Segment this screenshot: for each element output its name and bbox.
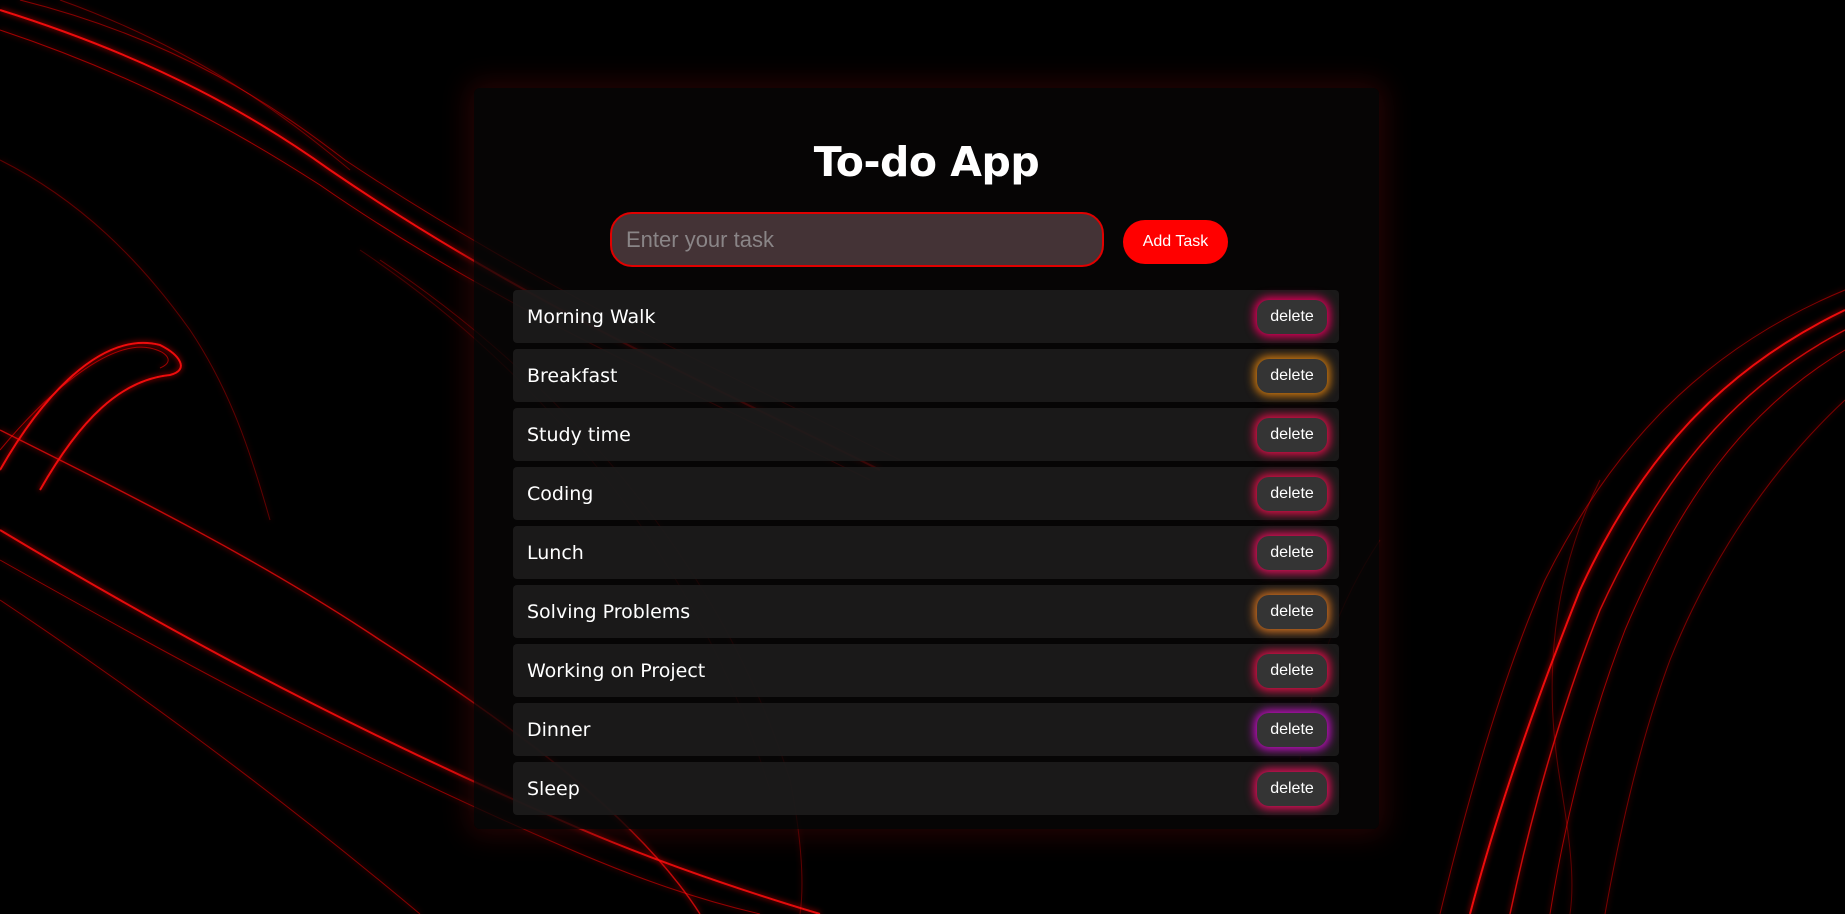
delete-button[interactable]: delete — [1257, 594, 1327, 629]
task-row: Morning Walk delete — [513, 290, 1339, 343]
task-label: Morning Walk — [527, 305, 656, 328]
task-input[interactable] — [610, 212, 1104, 267]
task-row: Breakfast delete — [513, 349, 1339, 402]
task-row: Coding delete — [513, 467, 1339, 520]
task-label: Sleep — [527, 777, 580, 800]
add-task-button[interactable]: Add Task — [1123, 220, 1228, 264]
task-label: Study time — [527, 423, 631, 446]
task-row: Dinner delete — [513, 703, 1339, 756]
delete-button[interactable]: delete — [1257, 476, 1327, 511]
delete-button[interactable]: delete — [1257, 299, 1327, 334]
task-row: Sleep delete — [513, 762, 1339, 815]
task-label: Lunch — [527, 541, 584, 564]
delete-button[interactable]: delete — [1257, 535, 1327, 570]
delete-button[interactable]: delete — [1257, 712, 1327, 747]
task-label: Coding — [527, 482, 594, 505]
task-label: Dinner — [527, 718, 591, 741]
task-list: Morning Walk delete Breakfast delete Stu… — [513, 290, 1339, 821]
task-label: Solving Problems — [527, 600, 691, 623]
task-row: Working on Project delete — [513, 644, 1339, 697]
delete-button[interactable]: delete — [1257, 771, 1327, 806]
todo-card: To-do App Add Task Morning Walk delete B… — [474, 88, 1379, 829]
task-label: Breakfast — [527, 364, 618, 387]
app-title: To-do App — [813, 138, 1040, 186]
task-label: Working on Project — [527, 659, 706, 682]
delete-button[interactable]: delete — [1257, 358, 1327, 393]
delete-button[interactable]: delete — [1257, 417, 1327, 452]
task-row: Solving Problems delete — [513, 585, 1339, 638]
delete-button[interactable]: delete — [1257, 653, 1327, 688]
task-row: Lunch delete — [513, 526, 1339, 579]
task-row: Study time delete — [513, 408, 1339, 461]
